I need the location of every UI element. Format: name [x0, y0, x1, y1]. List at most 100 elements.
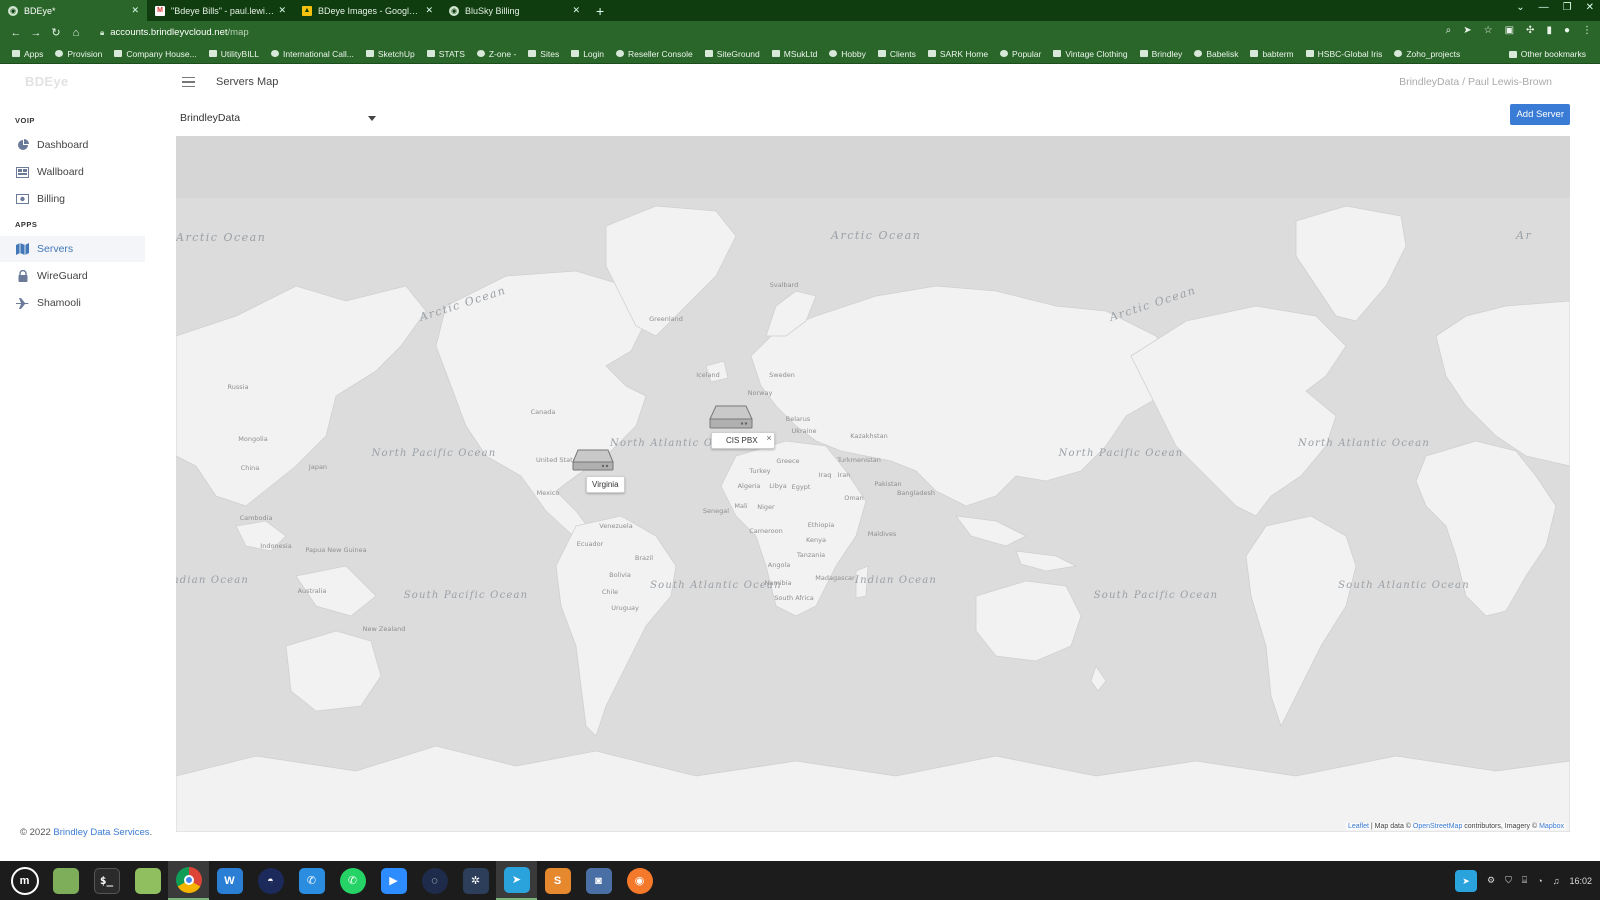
map-country-label: Mali [734, 502, 747, 510]
tab-blusky[interactable]: ◉ BluSky Billing ✕ [441, 0, 588, 21]
volume-icon[interactable]: ♫ [1553, 876, 1560, 886]
hamburger-menu-icon[interactable] [182, 77, 195, 87]
send-icon[interactable]: ➤ [1463, 25, 1471, 36]
taskbar-blender[interactable]: ◉ [619, 861, 660, 900]
bookmark-item[interactable]: Z-one - [471, 49, 522, 59]
bookmark-item[interactable]: Reseller Console [610, 49, 699, 59]
telegram-tray-icon[interactable]: ➤ [1455, 869, 1478, 892]
taskbar-whatsapp[interactable]: ✆ [332, 861, 373, 900]
footer-link[interactable]: Brindley Data Services [53, 827, 149, 838]
minimize-icon[interactable]: — [1539, 2, 1549, 13]
bookmark-item[interactable]: Hobby [823, 49, 872, 59]
add-server-button[interactable]: Add Server [1510, 104, 1570, 125]
tab-gmail[interactable]: M "Bdeye Bills" - paul.lewisbrow ✕ [147, 0, 294, 21]
bookmark-item[interactable]: Vintage Clothing [1047, 49, 1133, 59]
taskbar-terminal[interactable]: $_ [86, 861, 127, 900]
bookmark-item[interactable]: MSukLtd [766, 49, 824, 59]
map-country-label: Belarus [786, 415, 811, 423]
breadcrumb-user[interactable]: BrindleyData / Paul Lewis-Brown [1399, 76, 1552, 88]
close-icon[interactable]: ✕ [572, 5, 580, 16]
bookmark-item[interactable]: Clients [872, 49, 922, 59]
taskbar-file-manager[interactable] [45, 861, 86, 900]
bookmark-item[interactable]: SketchUp [360, 49, 421, 59]
tab-drive[interactable]: ▲ BDeye Images - Google Drive ✕ [294, 0, 441, 21]
taskbar-telegram[interactable]: ➤ [496, 861, 537, 900]
shield-icon[interactable]: ⛉ [1505, 875, 1512, 886]
profile-icon[interactable]: ● [1564, 25, 1570, 36]
update-icon[interactable]: ⚙ [1487, 875, 1495, 886]
bookmark-item[interactable]: SARK Home [922, 49, 994, 59]
wifi-icon[interactable]: ◔ [1537, 876, 1542, 886]
bookmark-item[interactable]: HSBC-Global Iris [1300, 49, 1389, 59]
network-icon[interactable]: ⌸ [1522, 875, 1527, 886]
taskbar-screenshot[interactable]: ◙ [578, 861, 619, 900]
taskbar-wps[interactable]: W [209, 861, 250, 900]
clock[interactable]: 16:02 [1569, 876, 1592, 886]
forward-icon[interactable]: → [26, 27, 46, 39]
sidebar-icon[interactable]: ▮ [1546, 25, 1552, 36]
leaflet-link[interactable]: Leaflet [1348, 823, 1369, 830]
bookmark-item[interactable]: Sites [522, 49, 565, 59]
close-icon[interactable]: ✕ [425, 5, 433, 16]
bookmark-icon [571, 50, 580, 57]
new-tab-button[interactable]: + [588, 0, 612, 21]
close-icon[interactable]: ✕ [131, 5, 139, 16]
sidebar-item-wireguard[interactable]: WireGuard [0, 263, 145, 289]
taskbar-phone[interactable]: ✆ [291, 861, 332, 900]
bookmark-item[interactable]: Provision [49, 49, 108, 59]
bookmark-item[interactable]: UtilityBILL [203, 49, 265, 59]
puzzle-icon[interactable]: ✣ [1526, 25, 1534, 36]
sidebar-item-shamooli[interactable]: Shamooli [0, 290, 145, 316]
taskbar-privacy[interactable]: ◓ [250, 861, 291, 900]
bookmark-item[interactable]: Popular [994, 49, 1047, 59]
organization-select[interactable]: BrindleyData [180, 108, 380, 128]
bookmark-item[interactable]: babterm [1244, 49, 1299, 59]
taskbar-files[interactable] [127, 861, 168, 900]
sidebar-item-servers[interactable]: Servers [0, 236, 145, 262]
servers-map[interactable]: Arctic Ocean Arctic Ocean Arctic Ocean A… [176, 136, 1570, 832]
server-icon [709, 405, 753, 429]
sidebar-item-wallboard[interactable]: Wallboard [0, 159, 145, 185]
zoom-icon[interactable]: ⌕ [1446, 25, 1452, 36]
url-field[interactable]: 🔒︎ accounts.brindleyvcloud.net/map [100, 27, 249, 38]
bookmark-item[interactable]: Zoho_projects [1388, 49, 1466, 59]
mapbox-link[interactable]: Mapbox [1539, 823, 1564, 830]
bookmark-item[interactable]: Babelisk [1188, 49, 1244, 59]
osm-link[interactable]: OpenStreetMap [1413, 823, 1462, 830]
taskbar-chrome[interactable] [168, 861, 209, 900]
bookmark-item[interactable]: Apps [6, 49, 49, 59]
folder-icon [1508, 50, 1517, 58]
close-icon[interactable]: × [766, 433, 771, 443]
bookmark-item[interactable]: Brindley [1134, 49, 1189, 59]
other-bookmarks[interactable]: Other bookmarks [1503, 44, 1592, 64]
bookmark-item[interactable]: STATS [421, 49, 471, 59]
sidebar-item-billing[interactable]: Billing [0, 186, 145, 212]
restore-icon[interactable]: ❐ [1563, 2, 1572, 13]
close-window-icon[interactable]: ✕ [1586, 2, 1594, 13]
taskbar-sublime[interactable]: S [537, 861, 578, 900]
back-icon[interactable]: ← [6, 27, 26, 39]
bookmark-item[interactable]: Company House... [108, 49, 202, 59]
bookmark-icon [55, 50, 64, 57]
taskbar-settings[interactable]: ✲ [455, 861, 496, 900]
star-icon[interactable]: ☆ [1484, 25, 1493, 36]
map-country-label: Mexico [537, 489, 560, 497]
app-logo[interactable]: BDEye [25, 74, 68, 89]
globe-icon: ◉ [8, 5, 18, 16]
home-icon[interactable]: ⌂ [66, 27, 86, 39]
tab-bdeye[interactable]: ◉ BDEye* ✕ [0, 0, 147, 21]
reload-icon[interactable]: ↻ [46, 26, 66, 39]
dashboard-icon [16, 139, 29, 151]
tab-list-icon[interactable]: ⌄ [1516, 2, 1524, 13]
sidebar-item-dashboard[interactable]: Dashboard [0, 132, 145, 158]
extension-icon[interactable]: ▣ [1505, 25, 1514, 36]
menu-dots-icon[interactable]: ⋮ [1582, 25, 1592, 36]
close-icon[interactable]: ✕ [278, 5, 286, 16]
bookmark-icon [1394, 50, 1403, 57]
taskbar-zoom[interactable]: ▶ [373, 861, 414, 900]
bookmark-item[interactable]: Login [565, 49, 610, 59]
mint-menu-button[interactable]: m [4, 861, 45, 900]
bookmark-item[interactable]: SiteGround [699, 49, 766, 59]
taskbar-signal[interactable]: ◌ [414, 861, 455, 900]
bookmark-item[interactable]: International Call... [265, 49, 360, 59]
